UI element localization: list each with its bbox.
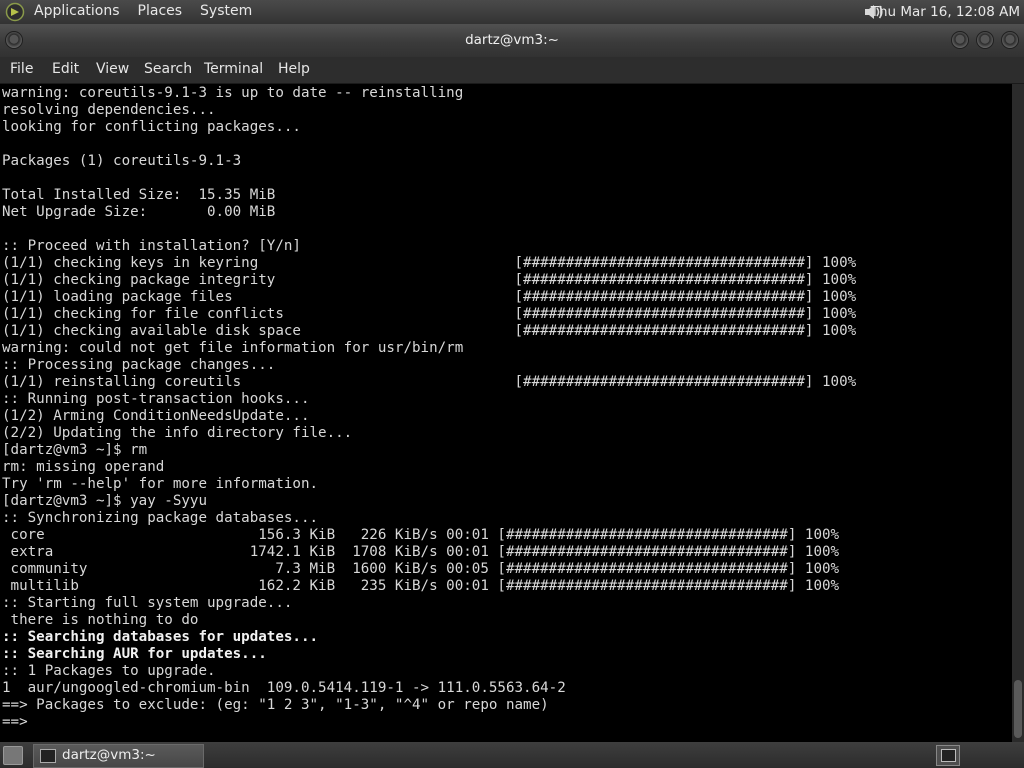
terminal-line: (1/1) checking available disk space [###… xyxy=(2,323,857,339)
maximize-button[interactable] xyxy=(976,31,994,49)
terminal-line: :: Processing package changes... xyxy=(2,357,276,373)
system-menu[interactable]: System xyxy=(200,3,252,19)
terminal-line: warning: could not get file information … xyxy=(2,340,464,356)
terminal-line: looking for conflicting packages... xyxy=(2,119,301,135)
terminal-line: (1/1) checking package integrity [######… xyxy=(2,272,857,288)
terminal-line: :: 1 Packages to upgrade. xyxy=(2,663,216,679)
clock[interactable]: Thu Mar 16, 12:08 AM xyxy=(871,4,1020,20)
terminal-line: Net Upgrade Size: 0.00 MiB xyxy=(2,204,276,220)
places-menu[interactable]: Places xyxy=(138,3,183,19)
window-titlebar[interactable]: dartz@vm3:~ xyxy=(0,24,1024,57)
terminal-icon xyxy=(40,749,56,763)
show-desktop-icon[interactable] xyxy=(3,746,23,765)
terminal-output[interactable]: warning: coreutils-9.1-3 is up to date -… xyxy=(0,84,1012,742)
terminal-line: rm: missing operand xyxy=(2,459,165,475)
menu-view[interactable]: View xyxy=(96,61,129,77)
terminal-line: warning: coreutils-9.1-3 is up to date -… xyxy=(2,85,464,101)
menu-search[interactable]: Search xyxy=(144,61,192,77)
terminal-line: (1/2) Arming ConditionNeedsUpdate... xyxy=(2,408,310,424)
terminal-line: core 156.3 KiB 226 KiB/s 00:01 [########… xyxy=(2,527,840,543)
terminal-line: [dartz@vm3 ~]$ rm xyxy=(2,442,148,458)
applications-menu[interactable]: Applications xyxy=(34,3,120,19)
terminal-line: 1 aur/ungoogled-chromium-bin 109.0.5414.… xyxy=(2,680,566,696)
terminal-line: (1/1) reinstalling coreutils [##########… xyxy=(2,374,857,390)
minimize-button[interactable] xyxy=(951,31,969,49)
menu-edit[interactable]: Edit xyxy=(52,61,79,77)
terminal-line: (1/1) checking for file conflicts [#####… xyxy=(2,306,857,322)
taskbar-window-label: dartz@vm3:~ xyxy=(62,747,156,763)
terminal-line: extra 1742.1 KiB 1708 KiB/s 00:01 [#####… xyxy=(2,544,840,560)
terminal-scrollbar[interactable] xyxy=(1012,84,1024,742)
window-title: dartz@vm3:~ xyxy=(465,32,559,48)
terminal-line: Try 'rm --help' for more information. xyxy=(2,476,319,492)
terminal-line: (1/1) checking keys in keyring [########… xyxy=(2,255,857,271)
menu-terminal[interactable]: Terminal xyxy=(204,61,263,77)
terminal-line: :: Searching AUR for updates... xyxy=(2,646,267,662)
terminal-line: there is nothing to do xyxy=(2,612,199,628)
bottom-panel: dartz@vm3:~ xyxy=(0,742,1024,768)
terminal-line: (2/2) Updating the info directory file..… xyxy=(2,425,353,441)
terminal-line: multilib 162.2 KiB 235 KiB/s 00:01 [####… xyxy=(2,578,840,594)
menu-file[interactable]: File xyxy=(10,61,33,77)
terminal-line: :: Proceed with installation? [Y/n] xyxy=(2,238,301,254)
terminal-line: Total Installed Size: 15.35 MiB xyxy=(2,187,276,203)
menubar: File Edit View Search Terminal Help xyxy=(0,57,1024,84)
close-button[interactable] xyxy=(1001,31,1019,49)
terminal-line: :: Starting full system upgrade... xyxy=(2,595,293,611)
terminal-line: ==> xyxy=(2,714,28,730)
top-panel: Applications Places System Thu Mar 16, 1… xyxy=(0,0,1024,24)
terminal-line: Packages (1) coreutils-9.1-3 xyxy=(2,153,242,169)
menu-help[interactable]: Help xyxy=(278,61,310,77)
terminal-line: :: Running post-transaction hooks... xyxy=(2,391,310,407)
terminal-line: ==> Packages to exclude: (eg: "1 2 3", "… xyxy=(2,697,549,713)
terminal-line: [dartz@vm3 ~]$ yay -Syyu xyxy=(2,493,207,509)
distro-logo-icon[interactable] xyxy=(5,2,25,22)
scrollbar-thumb[interactable] xyxy=(1014,680,1022,738)
terminal-icon xyxy=(941,749,956,762)
terminal-line: community 7.3 MiB 1600 KiB/s 00:05 [####… xyxy=(2,561,840,577)
taskbar-window-button[interactable]: dartz@vm3:~ xyxy=(33,744,204,768)
terminal-line: (1/1) loading package files [###########… xyxy=(2,289,857,305)
terminal-line: :: Synchronizing package databases... xyxy=(2,510,319,526)
terminal-line: resolving dependencies... xyxy=(2,102,216,118)
terminal-line: :: Searching databases for updates... xyxy=(2,629,319,645)
workspace-switcher[interactable] xyxy=(936,745,960,766)
